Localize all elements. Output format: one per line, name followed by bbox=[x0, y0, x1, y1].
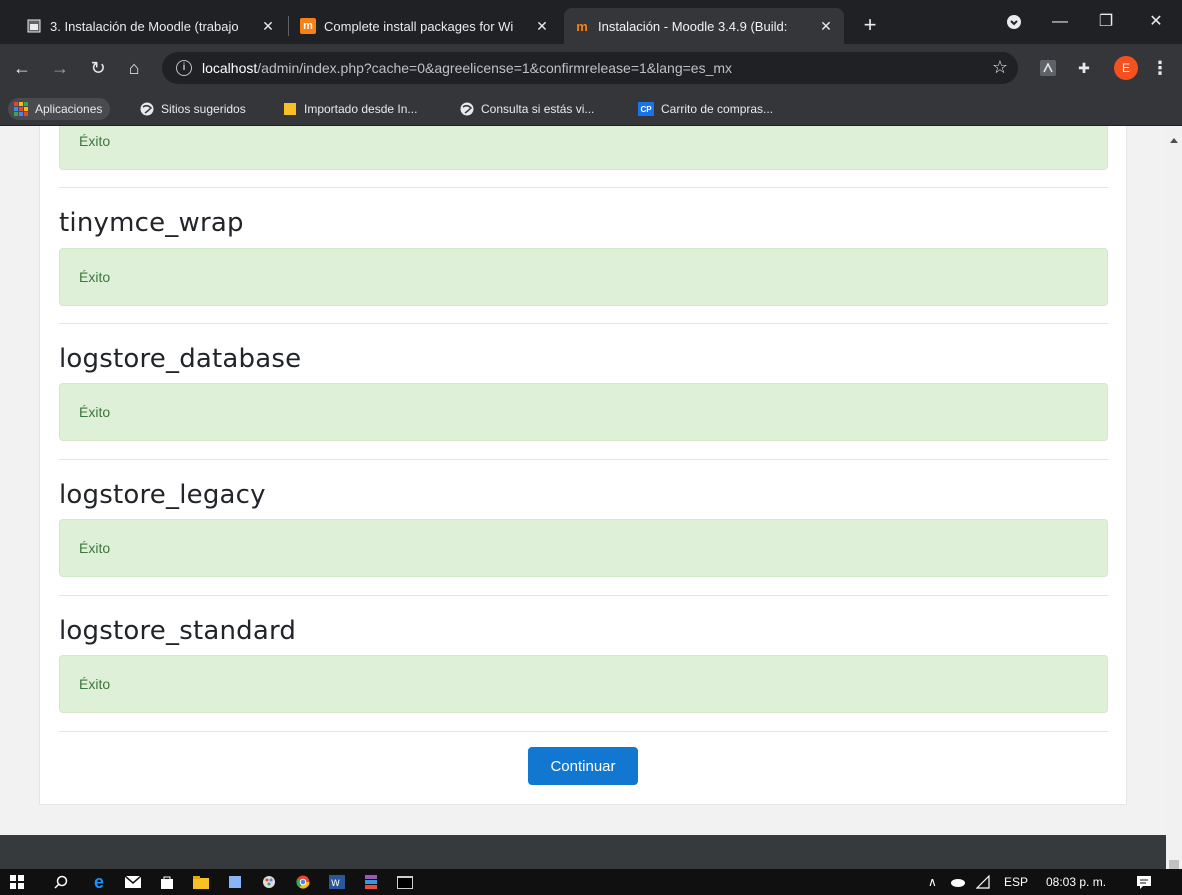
notes-app-icon[interactable] bbox=[224, 872, 246, 892]
bookmark-carrito[interactable]: CP Carrito de compras... bbox=[638, 98, 773, 120]
globe-icon bbox=[460, 102, 474, 116]
bookmark-label: Sitios sugeridos bbox=[161, 102, 246, 116]
tab-moodle-install-doc[interactable]: 3. Instalación de Moodle (trabajo ✕ bbox=[16, 8, 286, 44]
moodle-icon: m bbox=[300, 18, 316, 34]
bookmark-importado[interactable]: Importado desde In... bbox=[283, 98, 417, 120]
bookmark-label: Importado desde In... bbox=[304, 102, 418, 116]
forward-icon[interactable]: → bbox=[48, 56, 72, 80]
plugin-section-tinymce-wrap: tinymce_wrap Éxito bbox=[59, 208, 1108, 306]
install-results-card: Éxito tinymce_wrap Éxito logstore_databa… bbox=[39, 126, 1127, 805]
scrollbar-thumb[interactable] bbox=[1169, 860, 1179, 869]
window-close-icon[interactable]: ✕ bbox=[1136, 8, 1176, 36]
vertical-scrollbar[interactable] bbox=[1166, 126, 1182, 869]
divider bbox=[59, 731, 1108, 732]
mail-icon[interactable] bbox=[122, 872, 144, 892]
success-alert: Éxito bbox=[59, 655, 1108, 713]
apps-grid-icon bbox=[14, 102, 28, 116]
paint-icon[interactable] bbox=[258, 872, 280, 892]
divider bbox=[59, 595, 1108, 596]
cp-icon: CP bbox=[638, 102, 654, 116]
minimize-icon[interactable]: — bbox=[1040, 8, 1080, 36]
folder-icon bbox=[283, 102, 297, 116]
search-icon[interactable] bbox=[50, 872, 72, 892]
plugin-heading: tinymce_wrap bbox=[59, 208, 244, 238]
plugin-section-logstore-legacy: logstore_legacy Éxito bbox=[59, 480, 1108, 577]
windows-start-icon[interactable] bbox=[6, 872, 28, 892]
browser-toolbar: ← → ↻ ⌂ i localhost/admin/index.php?cach… bbox=[0, 44, 1182, 92]
plugin-section-logstore-standard: logstore_standard Éxito bbox=[59, 616, 1108, 713]
winrar-icon[interactable] bbox=[360, 872, 382, 892]
new-tab-plus-icon[interactable]: + bbox=[858, 14, 882, 38]
plugin-heading: logstore_legacy bbox=[59, 480, 266, 510]
close-icon[interactable]: ✕ bbox=[818, 18, 834, 35]
tab-title: Complete install packages for Wi bbox=[324, 18, 514, 34]
home-icon[interactable]: ⌂ bbox=[122, 56, 146, 80]
cmd-terminal-icon[interactable] bbox=[394, 872, 416, 892]
divider bbox=[59, 323, 1108, 324]
restore-icon[interactable]: ❐ bbox=[1086, 8, 1126, 36]
bookmark-star-icon[interactable]: ☆ bbox=[992, 57, 1008, 78]
windows-taskbar: e W ∧ ESP 08:03 p. m. bbox=[0, 869, 1182, 895]
chrome-icon[interactable] bbox=[292, 872, 314, 892]
edge-browser-icon[interactable]: e bbox=[88, 872, 110, 892]
store-bag-icon[interactable] bbox=[156, 872, 178, 892]
menu-kebab-icon[interactable]: ⋮ bbox=[1150, 56, 1170, 80]
tab-complete-install-packages[interactable]: m Complete install packages for Wi ✕ bbox=[290, 8, 560, 44]
info-icon[interactable]: i bbox=[176, 60, 192, 76]
plugin-section-logstore-database: logstore_database Éxito bbox=[59, 344, 1108, 441]
tab-moodle-installation[interactable]: m Instalación - Moodle 3.4.9 (Build: ✕ bbox=[564, 8, 844, 44]
success-alert: Éxito bbox=[59, 519, 1108, 577]
url-host: localhost bbox=[202, 60, 258, 76]
divider bbox=[59, 459, 1108, 460]
back-icon[interactable]: ← bbox=[10, 56, 34, 80]
bookmark-label: Consulta si estás vi... bbox=[481, 102, 595, 116]
scroll-up-arrow-icon[interactable] bbox=[1170, 138, 1178, 143]
divider bbox=[59, 187, 1108, 188]
onedrive-cloud-icon[interactable] bbox=[950, 873, 966, 891]
profile-down-icon[interactable] bbox=[994, 8, 1034, 36]
page-footer bbox=[0, 835, 1166, 869]
profile-avatar[interactable]: E bbox=[1114, 56, 1138, 80]
moodle-icon: m bbox=[576, 18, 588, 34]
success-alert: Éxito bbox=[59, 383, 1108, 441]
bookmarks-bar: Aplicaciones Sitios sugeridos Importado … bbox=[0, 92, 1182, 126]
bookmark-label: Aplicaciones bbox=[35, 102, 103, 116]
wifi-icon[interactable] bbox=[976, 873, 990, 891]
clock[interactable]: 08:03 p. m. bbox=[1046, 873, 1106, 891]
bookmark-sitios-sugeridos[interactable]: Sitios sugeridos bbox=[140, 98, 246, 120]
bookmark-consulta[interactable]: Consulta si estás vi... bbox=[460, 98, 594, 120]
bookmark-label: Carrito de compras... bbox=[661, 102, 774, 116]
page-viewport: Éxito tinymce_wrap Éxito logstore_databa… bbox=[0, 126, 1166, 835]
tab-title: 3. Instalación de Moodle (trabajo bbox=[50, 18, 239, 34]
plugin-heading: logstore_standard bbox=[59, 616, 297, 646]
url-path: /admin/index.php?cache=0&agreelicense=1&… bbox=[257, 60, 733, 76]
address-bar[interactable]: i localhost/admin/index.php?cache=0&agre… bbox=[162, 52, 1018, 84]
success-alert: Éxito bbox=[59, 248, 1108, 306]
pdf-extension-icon[interactable] bbox=[1038, 58, 1058, 78]
tab-title: Instalación - Moodle 3.4.9 (Build: bbox=[598, 18, 788, 34]
reload-icon[interactable]: ↻ bbox=[86, 56, 110, 80]
doc-icon bbox=[26, 18, 42, 34]
bookmark-apps[interactable]: Aplicaciones bbox=[8, 98, 111, 120]
browser-tab-strip: 3. Instalación de Moodle (trabajo ✕ m Co… bbox=[0, 0, 1182, 44]
file-explorer-icon[interactable] bbox=[190, 872, 212, 892]
puzzle-extensions-icon[interactable]: ✚ bbox=[1074, 58, 1094, 78]
plugin-heading: logstore_database bbox=[59, 344, 302, 374]
word-icon[interactable]: W bbox=[326, 872, 348, 892]
tab-separator bbox=[288, 16, 289, 36]
success-alert: Éxito bbox=[59, 126, 1108, 170]
notifications-icon[interactable] bbox=[1136, 873, 1152, 891]
tray-overflow-chevron-icon[interactable]: ∧ bbox=[928, 873, 937, 891]
svg-text:W: W bbox=[331, 879, 340, 889]
close-icon[interactable]: ✕ bbox=[534, 18, 550, 35]
language-indicator[interactable]: ESP bbox=[1004, 873, 1028, 891]
close-icon[interactable]: ✕ bbox=[260, 18, 276, 35]
continue-button[interactable]: Continuar bbox=[528, 747, 638, 785]
globe-icon bbox=[140, 102, 154, 116]
